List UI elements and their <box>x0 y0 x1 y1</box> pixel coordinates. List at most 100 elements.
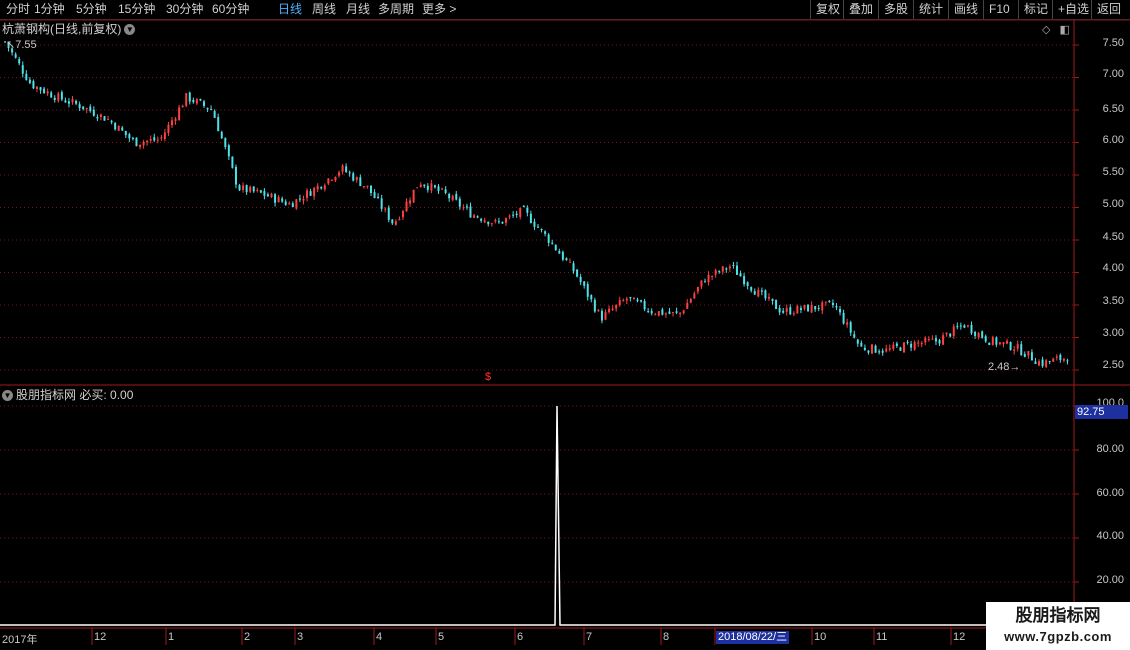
candle-body <box>750 287 753 291</box>
candle-body <box>46 91 49 94</box>
candle-body <box>522 206 525 208</box>
candle-body <box>704 281 707 283</box>
candle-body <box>160 137 163 139</box>
candle-body <box>330 179 333 181</box>
candle-body <box>547 234 550 243</box>
candle-body <box>625 298 628 301</box>
candle-body <box>469 206 472 218</box>
candle-body <box>117 125 120 131</box>
candle-body <box>238 185 241 191</box>
candle-body <box>25 73 28 80</box>
candle-body <box>405 201 408 212</box>
candle-body <box>53 97 56 101</box>
candle-body <box>551 242 554 244</box>
high-price-label: ↖7.55 <box>6 39 37 51</box>
candle-body <box>298 198 301 200</box>
candle-body <box>1045 360 1048 367</box>
candle-body <box>956 326 959 328</box>
price-tick: 2.50 <box>1102 359 1124 371</box>
candle-body <box>640 300 643 302</box>
indicator-tick: 80.00 <box>1096 443 1124 455</box>
diamond-icon[interactable]: ◇ <box>1042 24 1050 36</box>
candle-body <box>274 194 277 203</box>
candle-body <box>693 293 696 299</box>
candle-body <box>377 196 380 198</box>
candle-body <box>384 208 387 210</box>
date-label: 12 <box>94 631 107 643</box>
candle-body <box>700 280 703 287</box>
date-label: 2017年 <box>2 634 38 646</box>
candle-body <box>984 336 987 342</box>
candle-body <box>398 218 401 220</box>
kline-chart[interactable] <box>0 0 1130 650</box>
candle-body <box>544 231 547 234</box>
candle-body <box>732 265 735 267</box>
candle-body <box>1009 341 1012 351</box>
candle-body <box>668 311 671 314</box>
candle-body <box>32 81 35 89</box>
candle-body <box>153 137 156 141</box>
watermark-logo: 股朋指标网 www.7gpzb.com <box>986 602 1130 650</box>
candle-body <box>75 100 78 104</box>
candle-body <box>202 101 205 106</box>
candle-body <box>213 110 216 118</box>
candle-body <box>654 314 657 316</box>
date-label: 11 <box>876 631 888 643</box>
candle-body <box>313 187 316 197</box>
candle-body <box>316 185 319 190</box>
candle-body <box>881 350 884 353</box>
candle-body <box>476 216 479 218</box>
candle-body <box>210 108 213 110</box>
candle-body <box>632 297 635 300</box>
candle-body <box>849 322 852 333</box>
candle-body <box>675 311 678 313</box>
candle-body <box>963 325 966 328</box>
candle-body <box>824 301 827 303</box>
candle-body <box>455 193 458 200</box>
candle-body <box>796 306 799 314</box>
candle-body <box>885 348 888 352</box>
candle-body <box>831 302 834 306</box>
date-label: 8 <box>663 631 670 643</box>
candle-body <box>60 92 63 100</box>
candle-body <box>433 185 436 188</box>
candle-body <box>345 166 348 173</box>
candle-body <box>1030 352 1033 361</box>
indicator-title: ▼ 股朋指标网 必买: 0.00 <box>2 387 133 403</box>
candle-body <box>974 331 977 336</box>
indicator-grid <box>0 405 1079 583</box>
candle-body <box>362 185 365 187</box>
candle-body <box>57 93 60 101</box>
indicator-tick: 20.00 <box>1096 574 1124 586</box>
candle-body <box>366 185 369 187</box>
candle-body <box>373 192 376 198</box>
candle-body <box>810 304 813 313</box>
candle-body <box>1034 361 1037 364</box>
candle-body <box>739 273 742 277</box>
candle-body <box>430 183 433 191</box>
candle-body <box>835 306 838 308</box>
candle-body <box>817 308 820 310</box>
candle-body <box>1002 342 1005 344</box>
stock-title: 杭萧钢构(日线,前复权) <box>2 22 122 36</box>
candle-body <box>192 99 195 103</box>
candle-body <box>341 165 344 172</box>
candle-body <box>39 87 42 91</box>
chevron-down-icon[interactable]: ▼ <box>2 390 13 402</box>
date-label: 7 <box>586 631 593 643</box>
dividend-marker[interactable]: $ <box>485 371 491 383</box>
candle-body <box>82 106 85 110</box>
candle-body <box>537 226 539 228</box>
chevron-down-icon[interactable]: ▼ <box>124 24 136 36</box>
candle-body <box>448 193 451 199</box>
candle-body <box>206 107 209 110</box>
price-tick: 7.50 <box>1102 37 1124 49</box>
candle-body <box>1041 359 1044 367</box>
candle-body <box>604 312 607 320</box>
panel-toggle-icon[interactable]: ◧ <box>1060 24 1070 36</box>
candle-body <box>252 186 255 192</box>
date-label: 5 <box>438 631 445 643</box>
candle-body <box>43 88 46 93</box>
watermark-url: www.7gpzb.com <box>1004 629 1112 644</box>
candle-body <box>14 54 17 58</box>
